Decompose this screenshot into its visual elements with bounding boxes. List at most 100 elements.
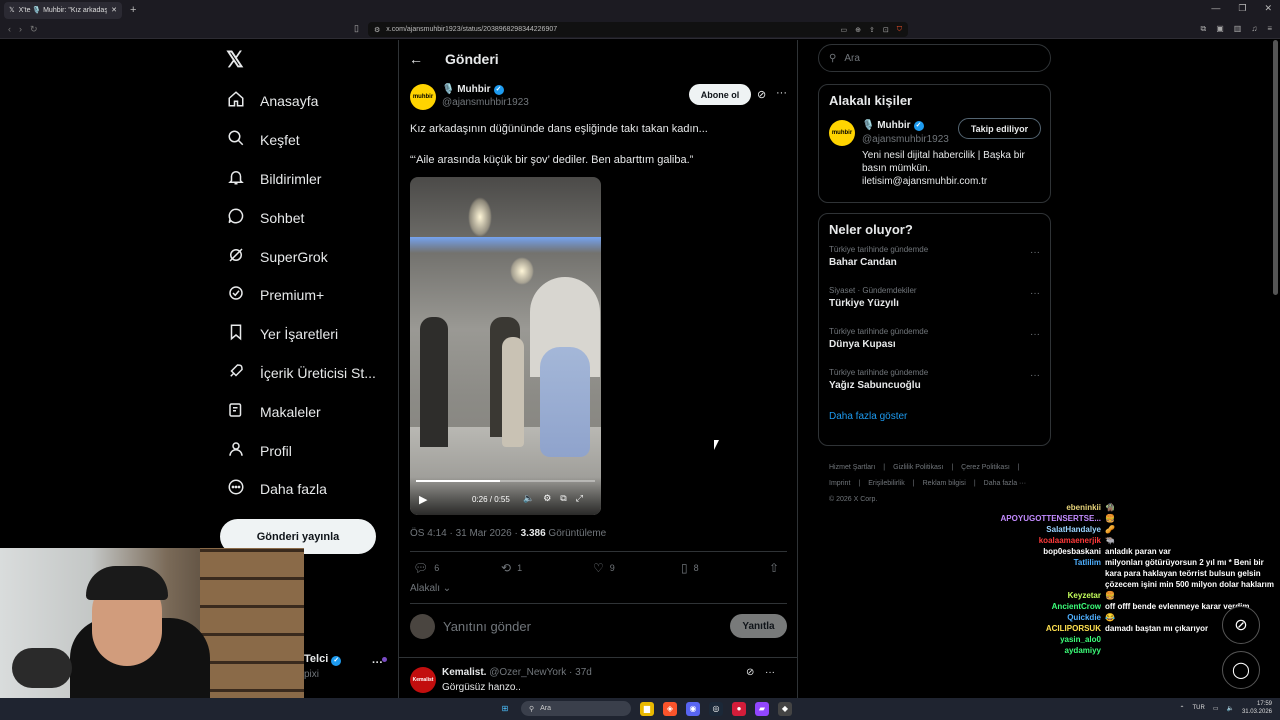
share-action[interactable]: ⇧ <box>769 561 779 575</box>
more-dots-icon[interactable]: ··· <box>776 87 787 99</box>
discord-icon[interactable]: ◉ <box>686 701 700 716</box>
restore-icon[interactable]: ❐ <box>1238 3 1246 14</box>
steam-icon[interactable]: ◎ <box>709 701 723 716</box>
music-icon[interactable]: ♫ <box>1251 24 1257 34</box>
footer-link[interactable]: Çerez Politikası <box>961 464 1010 471</box>
chat-username[interactable]: APOYUGOTTENSERTSE... <box>990 513 1105 524</box>
reply-button[interactable]: Yanıtla <box>730 614 787 638</box>
share-icon[interactable]: ⇪ <box>869 26 875 34</box>
chat-username[interactable]: yasin_alo0 <box>990 634 1105 645</box>
grok-icon[interactable]: ⊘ <box>757 88 766 101</box>
taskbar-search[interactable]: ⚲ Ara <box>521 701 631 716</box>
chat-username[interactable]: aydamiyy <box>990 645 1105 656</box>
more-dots-icon[interactable]: ··· <box>1030 288 1040 299</box>
app-icon[interactable]: ◆ <box>778 701 792 716</box>
brave-shield-icon[interactable]: ⛉ <box>897 26 902 34</box>
extensions-icon[interactable]: ⧉ <box>1200 24 1206 34</box>
forward-arrow-icon[interactable]: › <box>19 24 22 35</box>
more-dots-icon[interactable]: ··· <box>1030 247 1040 258</box>
chat-username[interactable]: Tatlilim <box>990 557 1105 590</box>
volume-icon[interactable]: 🔈 <box>523 493 534 504</box>
settings-icon[interactable]: ⚙ <box>543 493 551 504</box>
search-input[interactable]: ⚲ Ara <box>818 44 1051 72</box>
subscribe-button[interactable]: Abone ol <box>689 84 751 105</box>
folder-icon[interactable]: ▆ <box>640 701 654 716</box>
zoom-icon[interactable]: ⊕ <box>855 26 861 34</box>
clock[interactable]: 17:59 31.03.2026 <box>1242 700 1272 716</box>
video-progress-bar[interactable] <box>416 480 595 482</box>
volume-icon[interactable]: 🔈 <box>1226 705 1233 712</box>
sidebar-item-supergrok[interactable]: SuperGrok <box>226 237 376 276</box>
sidebar-item-bookmarks[interactable]: Yer İşaretleri <box>226 315 376 354</box>
windows-start-icon[interactable]: ⊞ <box>498 702 512 716</box>
more-dots-icon[interactable]: ··· <box>765 667 775 678</box>
new-tab-icon[interactable]: + <box>130 4 136 16</box>
wallet-icon[interactable]: ▣ <box>1216 24 1224 34</box>
chat-username[interactable]: SalatHandalye <box>990 524 1105 535</box>
footer-link[interactable]: Erişilebilirlik <box>868 480 905 487</box>
tweet-author[interactable]: 🎙️ Muhbir ✓ @ajansmuhbir1923 <box>442 84 529 108</box>
footer-link[interactable]: Gizlilik Politikası <box>893 464 943 471</box>
reply-input[interactable]: Yanıtını gönder <box>443 619 531 634</box>
reader-mode-icon[interactable]: ▭ <box>841 26 848 34</box>
x-logo[interactable]: 𝕏 <box>226 47 244 73</box>
footer-link[interactable]: Hizmet Şartları <box>829 464 875 471</box>
bookmark-page-icon[interactable]: ▯ <box>354 23 359 34</box>
tweet-time[interactable]: ÖS 4:14 · 31 Mar 2026 · <box>410 528 521 539</box>
minimize-icon[interactable]: — <box>1211 3 1220 14</box>
translate-icon[interactable]: ⊡ <box>883 26 889 34</box>
show-more-link[interactable]: Daha fazla göster <box>819 409 1050 432</box>
sidebar-item-more[interactable]: Daha fazla <box>226 470 376 509</box>
avatar[interactable]: Kemalist <box>410 667 436 693</box>
sidebar-item-explore[interactable]: Keşfet <box>226 121 376 160</box>
avatar[interactable]: muhbir <box>410 84 436 110</box>
scrollbar[interactable] <box>1273 40 1278 295</box>
browser-tab[interactable]: 𝕏 X'te 🎙️ Muhbir: "Kız arkadaşının... ✕ <box>4 1 122 19</box>
close-icon[interactable]: ✕ <box>111 6 117 14</box>
brave-icon[interactable]: ◈ <box>663 701 677 716</box>
fullscreen-icon[interactable]: ⤢ <box>576 493 583 504</box>
footer-link[interactable]: Reklam bilgisi <box>923 480 966 487</box>
sidebar-item-creator-studio[interactable]: İçerik Üreticisi St... <box>226 354 376 393</box>
chat-username[interactable]: bop0esbaskani <box>990 546 1105 557</box>
twitch-icon[interactable]: ▰ <box>755 701 769 716</box>
avatar[interactable]: muhbir <box>829 120 855 146</box>
related-dropdown[interactable]: Alakalı ⌄ <box>410 583 451 594</box>
reload-icon[interactable]: ↻ <box>30 24 38 35</box>
trend-item[interactable]: Türkiye tarihinde gündemde Yağız Sabuncu… <box>819 368 1050 409</box>
address-bar[interactable]: ⚙ x.com/ajansmuhbir1923/status/203896829… <box>368 22 908 37</box>
sidebar-item-notifications[interactable]: Bildirimler <box>226 160 376 199</box>
reply-author-name[interactable]: Kemalist. <box>442 667 486 678</box>
footer-link[interactable]: Imprint <box>829 480 850 487</box>
retweet-action[interactable]: ⟲ 1 <box>501 561 593 575</box>
play-icon[interactable]: ▶ <box>419 493 427 506</box>
chat-float-button[interactable]: ◯ <box>1222 651 1260 689</box>
trend-item[interactable]: Siyaset · Gündemdekiler Türkiye Yüzyılı … <box>819 286 1050 327</box>
following-button[interactable]: Takip ediliyor <box>958 118 1041 139</box>
grok-float-button[interactable]: ⊘ <box>1222 606 1260 644</box>
footer-link[interactable]: Daha fazla ··· <box>984 480 1026 487</box>
wifi-icon[interactable]: ▭ <box>1213 705 1219 712</box>
sidebar-item-chat[interactable]: Sohbet <box>226 198 376 237</box>
site-info-icon[interactable]: ⚙ <box>374 26 380 34</box>
reply-action[interactable]: 💬︎ 6 <box>413 561 501 575</box>
chat-username[interactable]: ebeninkii <box>990 502 1105 513</box>
more-dots-icon[interactable]: ··· <box>1030 329 1040 340</box>
menu-icon[interactable]: ≡ <box>1267 24 1272 34</box>
related-person[interactable]: muhbir 🎙️ Muhbir ✓ @ajansmuhbir1923 Yeni … <box>819 116 1050 196</box>
video-player[interactable]: ▶ 0:26 / 0:55 🔈 ⚙ ⧉ ⤢ <box>410 177 601 515</box>
sidebar-item-profile[interactable]: Profil <box>226 431 376 470</box>
bookmark-action[interactable]: ▯ 8 <box>681 561 769 575</box>
trend-item[interactable]: Türkiye tarihinde gündemde Bahar Candan … <box>819 245 1050 286</box>
chat-username[interactable]: koalaamaenerjik <box>990 535 1105 546</box>
more-dots-icon[interactable]: ··· <box>1030 370 1040 381</box>
account-switcher[interactable]: Telci ✓ pixi ··· <box>304 653 383 680</box>
chevron-up-icon[interactable]: ⌃ <box>1179 705 1184 712</box>
trend-item[interactable]: Türkiye tarihinde gündemde Dünya Kupası … <box>819 327 1050 368</box>
pip-icon[interactable]: ⧉ <box>560 493 566 504</box>
grok-icon[interactable]: ⊘ <box>746 667 754 678</box>
back-arrow-icon[interactable]: ← <box>409 51 423 67</box>
sidebar-item-premium[interactable]: Premium+ <box>226 276 376 315</box>
like-action[interactable]: ♡ 9 <box>593 561 681 575</box>
back-arrow-icon[interactable]: ‹ <box>8 24 11 35</box>
